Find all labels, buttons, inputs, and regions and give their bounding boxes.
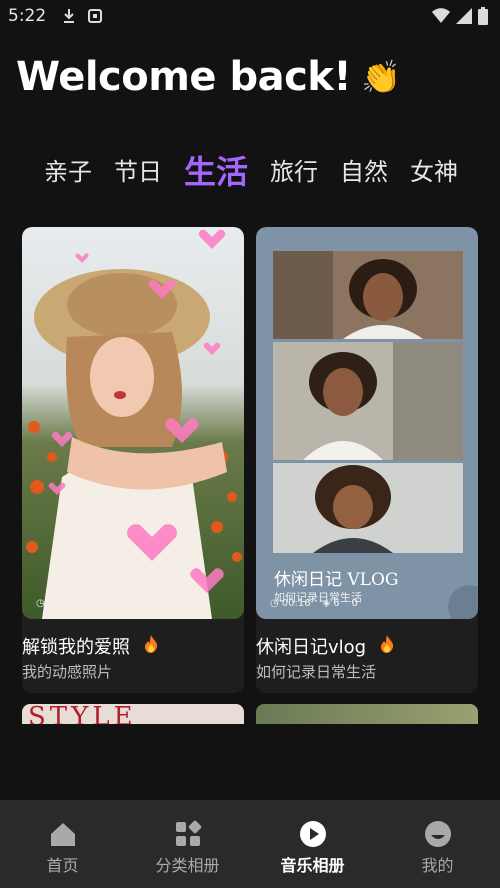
bottom-nav: 首页 分类相册 音乐相册 我的 xyxy=(0,800,500,888)
clapping-hands-icon: 👏 xyxy=(361,58,401,96)
album-card-2[interactable]: 休闲日记 VLOG 如何记录日常生活 ◷ 00:16 ◈ 6 0 休闲日记vlog … xyxy=(256,227,478,693)
card-3-peek-text: STYLE xyxy=(28,704,137,724)
album-card-4[interactable] xyxy=(256,704,478,724)
vlog-overlay-title: 休闲日记 VLOG xyxy=(274,570,399,590)
card-2-count: 0 xyxy=(351,598,359,609)
card-2-subtitle: 如何记录日常生活 xyxy=(256,663,377,681)
category-icon xyxy=(125,820,250,848)
portrait-photo xyxy=(22,227,244,619)
fire-icon xyxy=(144,634,158,658)
tab-nature[interactable]: 自然 xyxy=(340,152,388,192)
card-1-title: 解锁我的爱照 xyxy=(22,637,130,658)
tab-festival[interactable]: 节日 xyxy=(114,152,162,192)
nav-category-label: 分类相册 xyxy=(155,856,220,875)
welcome-text: Welcome back! xyxy=(16,54,352,100)
vlog-photo-3 xyxy=(273,463,463,553)
nav-profile-label: 我的 xyxy=(421,856,454,875)
card-2-title: 休闲日记vlog xyxy=(256,637,367,658)
nav-category[interactable]: 分类相册 xyxy=(125,820,250,876)
card-1-count: 0 xyxy=(117,598,125,609)
status-time: 5:22 xyxy=(8,6,47,26)
nav-home[interactable]: 首页 xyxy=(0,820,125,876)
card-1-layers: 2 xyxy=(99,598,106,609)
card-1-title-row: 解锁我的爱照 xyxy=(22,633,158,659)
tab-goddess[interactable]: 女神 xyxy=(410,152,458,192)
nav-profile[interactable]: 我的 xyxy=(375,820,500,876)
card-2-thumbnail[interactable]: 休闲日记 VLOG 如何记录日常生活 ◷ 00:16 ◈ 6 0 xyxy=(256,227,478,619)
card-2-duration: 00:16 xyxy=(281,598,311,609)
card-2-title-row: 休闲日记vlog xyxy=(256,633,394,659)
profile-icon xyxy=(375,820,500,848)
category-tabs: 亲子 节日 生活 旅行 自然 女神 xyxy=(44,152,458,192)
layers-icon: ◈ xyxy=(322,598,331,609)
signal-icon xyxy=(456,8,472,28)
album-card-3[interactable]: STYLE xyxy=(22,704,244,724)
status-bar: 5:22 xyxy=(0,0,500,34)
card-2-meta: ◷ 00:16 ◈ 6 0 xyxy=(270,598,358,609)
album-card-1[interactable]: ◷ 00:15 ◈ 2 0 解锁我的爱照 我的动感照片 xyxy=(22,227,244,693)
nav-home-label: 首页 xyxy=(46,856,79,875)
play-icon xyxy=(250,820,375,848)
card-1-meta: ◷ 00:15 ◈ 2 0 xyxy=(36,598,124,609)
battery-icon xyxy=(478,7,488,29)
vlog-photo-2 xyxy=(273,342,463,460)
clock-icon: ◷ xyxy=(36,598,45,609)
nav-music-album-label: 音乐相册 xyxy=(280,856,345,875)
tab-life[interactable]: 生活 xyxy=(184,152,248,192)
tab-travel[interactable]: 旅行 xyxy=(270,152,318,192)
card-2-layers: 6 xyxy=(333,598,340,609)
nav-music-album[interactable]: 音乐相册 xyxy=(250,820,375,876)
decorative-circle xyxy=(448,585,478,619)
tab-parent-child[interactable]: 亲子 xyxy=(44,152,92,192)
fire-icon xyxy=(380,634,394,658)
vlog-photo-1 xyxy=(273,251,463,339)
wifi-icon xyxy=(432,8,450,28)
clock-icon: ◷ xyxy=(270,598,279,609)
notification-icon xyxy=(88,8,102,28)
home-icon xyxy=(0,820,125,848)
download-icon xyxy=(62,8,76,28)
card-1-subtitle: 我的动感照片 xyxy=(22,663,113,681)
layers-icon: ◈ xyxy=(88,598,97,609)
card-1-duration: 00:15 xyxy=(47,598,77,609)
welcome-heading: Welcome back! 👏 xyxy=(16,54,401,100)
card-1-thumbnail[interactable]: ◷ 00:15 ◈ 2 0 xyxy=(22,227,244,619)
